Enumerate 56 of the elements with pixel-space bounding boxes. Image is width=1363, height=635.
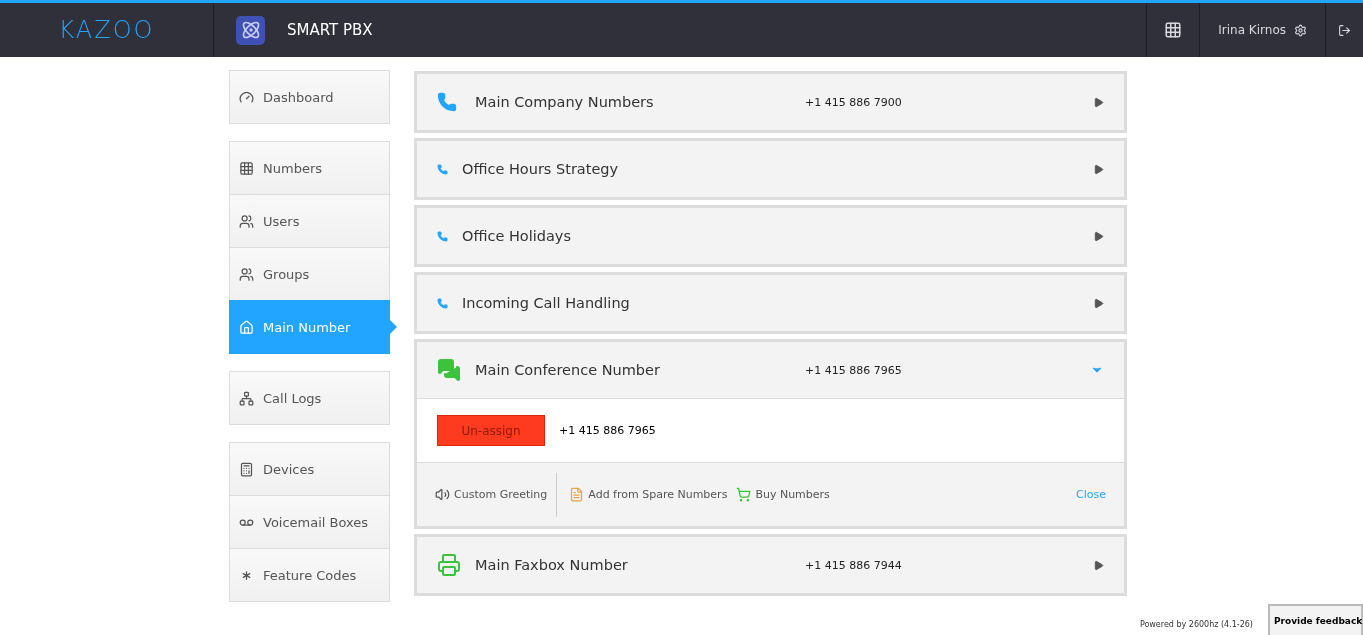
- section-header[interactable]: Main Conference Number +1 415 886 7965: [417, 342, 1124, 398]
- pointer-notch-icon: [390, 320, 397, 334]
- home-icon: [239, 319, 254, 335]
- caret-right-icon: [1093, 96, 1104, 108]
- section-title: Office Holidays: [462, 228, 572, 244]
- apps-grid-icon[interactable]: [1164, 21, 1183, 39]
- section-header[interactable]: Main Company Numbers +1 415 886 7900: [417, 74, 1124, 130]
- section-header[interactable]: Incoming Call Handling: [417, 275, 1124, 331]
- sidebar-item[interactable]: Call Logs: [229, 371, 390, 425]
- section-header[interactable]: Office Hours Strategy: [417, 141, 1124, 197]
- caret-right-icon: [1093, 297, 1104, 309]
- cart-icon: [736, 487, 752, 502]
- phone-icon: [437, 230, 448, 242]
- section-title: Office Hours Strategy: [462, 161, 620, 177]
- section-title: Incoming Call Handling: [462, 295, 631, 311]
- speaker-icon: [435, 487, 450, 502]
- sidebar-item[interactable]: Groups: [229, 247, 390, 301]
- phone-number: +1 415 886 7944: [805, 558, 902, 572]
- phone-number: +1 415 886 7965: [559, 424, 656, 437]
- sidebar-item[interactable]: Feature Codes: [229, 548, 390, 602]
- caret-right-icon: [1093, 163, 1104, 175]
- powered-by-text: Powered by 2600hz (4.1-26): [1139, 620, 1253, 629]
- logo: KAZOO: [58, 16, 155, 44]
- section-title: Main Conference Number: [475, 362, 661, 378]
- settings-icon[interactable]: [1294, 23, 1307, 37]
- app-title: SMART PBX: [287, 21, 373, 39]
- action-link[interactable]: Custom Greeting: [435, 487, 548, 502]
- action-link[interactable]: Add from Spare Numbers: [569, 487, 728, 502]
- grid-icon: [239, 160, 254, 176]
- action-link[interactable]: Buy Numbers: [736, 487, 830, 502]
- section-title: Main Company Numbers: [475, 94, 655, 110]
- document-icon: [569, 487, 585, 502]
- phone-icon: [437, 297, 448, 309]
- users-icon: [239, 213, 254, 229]
- atom-icon: [236, 15, 265, 45]
- sidebar-item[interactable]: Numbers: [229, 141, 390, 195]
- dashboard-icon: [239, 89, 254, 105]
- sidebar-item[interactable]: Devices: [229, 442, 390, 496]
- feedback-button[interactable]: Provide feedback: [1268, 604, 1363, 635]
- phone-number: +1 415 886 7900: [805, 95, 902, 109]
- network-icon: [239, 390, 254, 406]
- logout-icon[interactable]: [1338, 23, 1351, 37]
- sidebar-item[interactable]: Voicemail Boxes: [229, 495, 390, 549]
- chat-bubbles-icon: [437, 358, 461, 382]
- section-title: Main Faxbox Number: [475, 557, 629, 573]
- caret-right-icon: [1093, 559, 1104, 571]
- section-header[interactable]: Office Holidays: [417, 208, 1124, 264]
- sidebar-item[interactable]: Dashboard: [229, 70, 390, 124]
- caret-right-icon: [1093, 230, 1104, 242]
- phone-icon: [437, 92, 457, 112]
- groups-icon: [239, 266, 254, 282]
- section-header[interactable]: Main Faxbox Number +1 415 886 7944: [417, 537, 1124, 593]
- phone-icon: [437, 163, 448, 175]
- phone-number: +1 415 886 7965: [805, 363, 902, 377]
- user-name[interactable]: Irina Kirnos: [1218, 23, 1286, 37]
- sidebar-item[interactable]: Users: [229, 194, 390, 248]
